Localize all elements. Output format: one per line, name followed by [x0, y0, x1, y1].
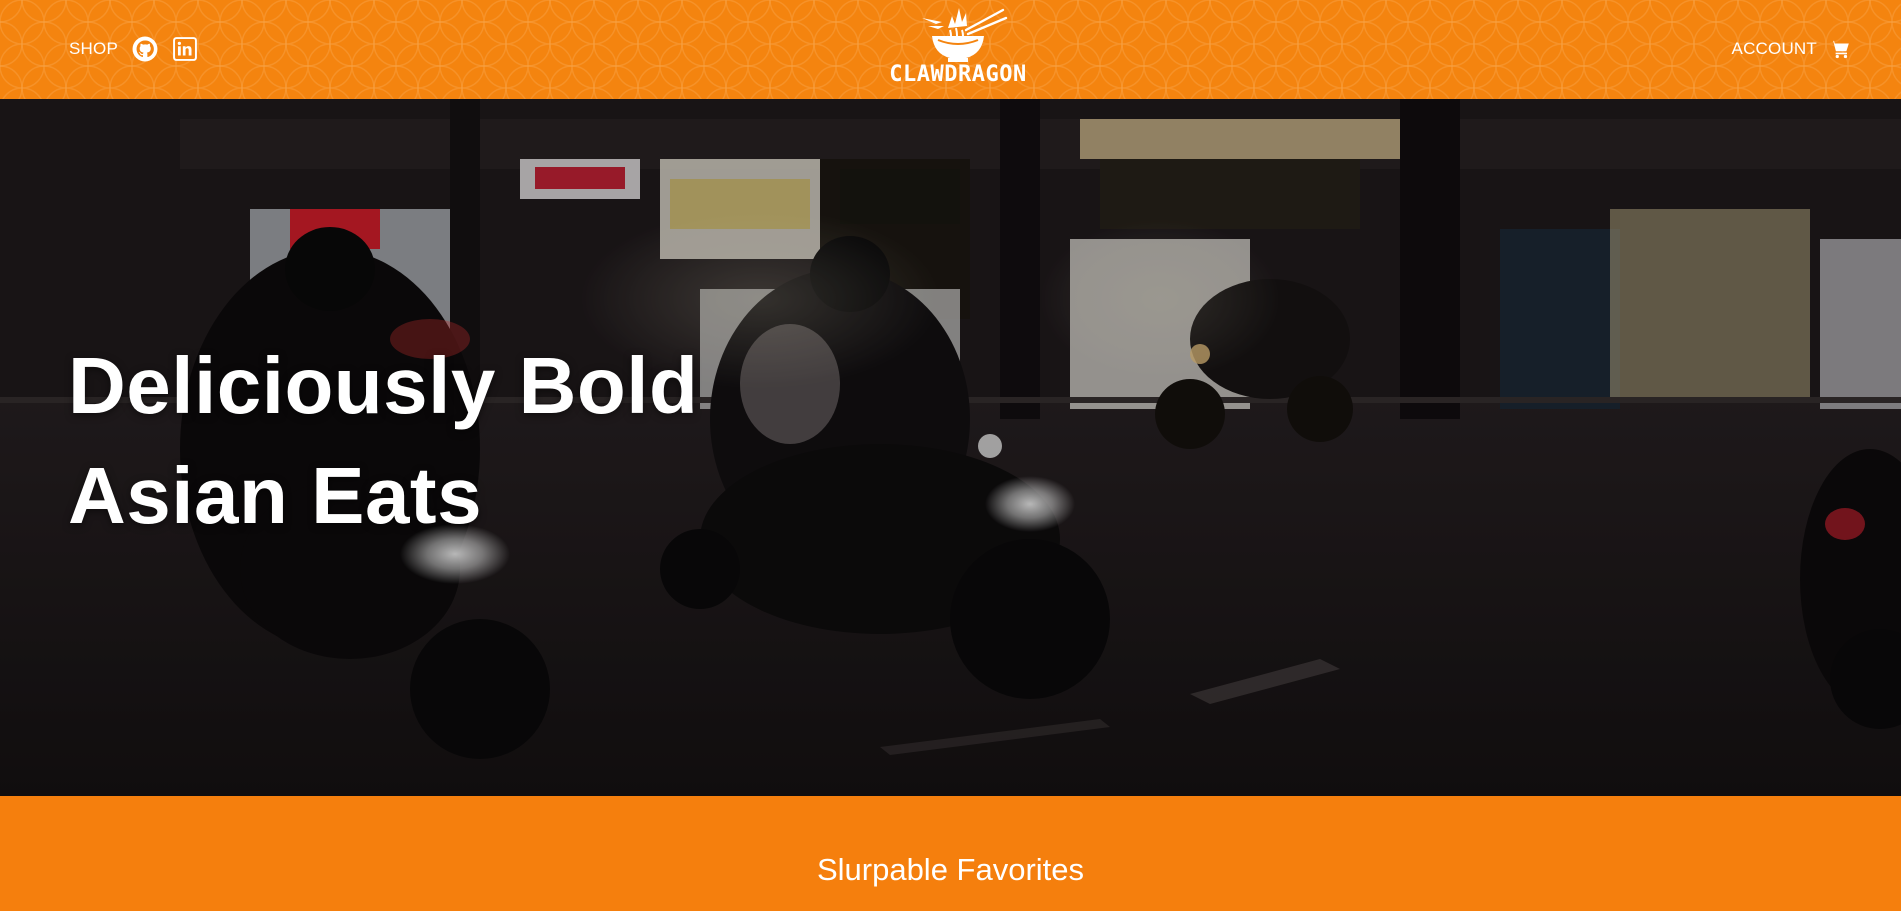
noodle-bowl-dragon-icon — [922, 8, 1008, 62]
github-icon[interactable] — [132, 36, 158, 62]
nav-right: ACCOUNT — [1732, 35, 1851, 63]
section-title: Slurpable Favorites — [816, 852, 1085, 887]
clawdragon-logo[interactable]: CLAWDRAGON — [878, 4, 1038, 94]
hero-title: Deliciously Bold Asian Eats — [68, 331, 698, 551]
shop-link[interactable]: SHOP — [69, 39, 118, 59]
nav-left: SHOP — [69, 35, 198, 63]
logo-text: CLAWDRAGON — [889, 62, 1027, 87]
shopping-cart-icon[interactable] — [1829, 39, 1851, 59]
hero-title-line2: Asian Eats — [68, 451, 483, 540]
favorites-section: Slurpable Favorites — [0, 796, 1901, 911]
hero-title-line1: Deliciously Bold — [68, 341, 699, 430]
linkedin-icon[interactable] — [172, 36, 198, 62]
hero-section: Deliciously Bold Asian Eats — [0, 99, 1901, 796]
account-link[interactable]: ACCOUNT — [1732, 39, 1817, 59]
site-header: SHOP CLAWDRAGON ACCOUNT — [0, 0, 1901, 99]
